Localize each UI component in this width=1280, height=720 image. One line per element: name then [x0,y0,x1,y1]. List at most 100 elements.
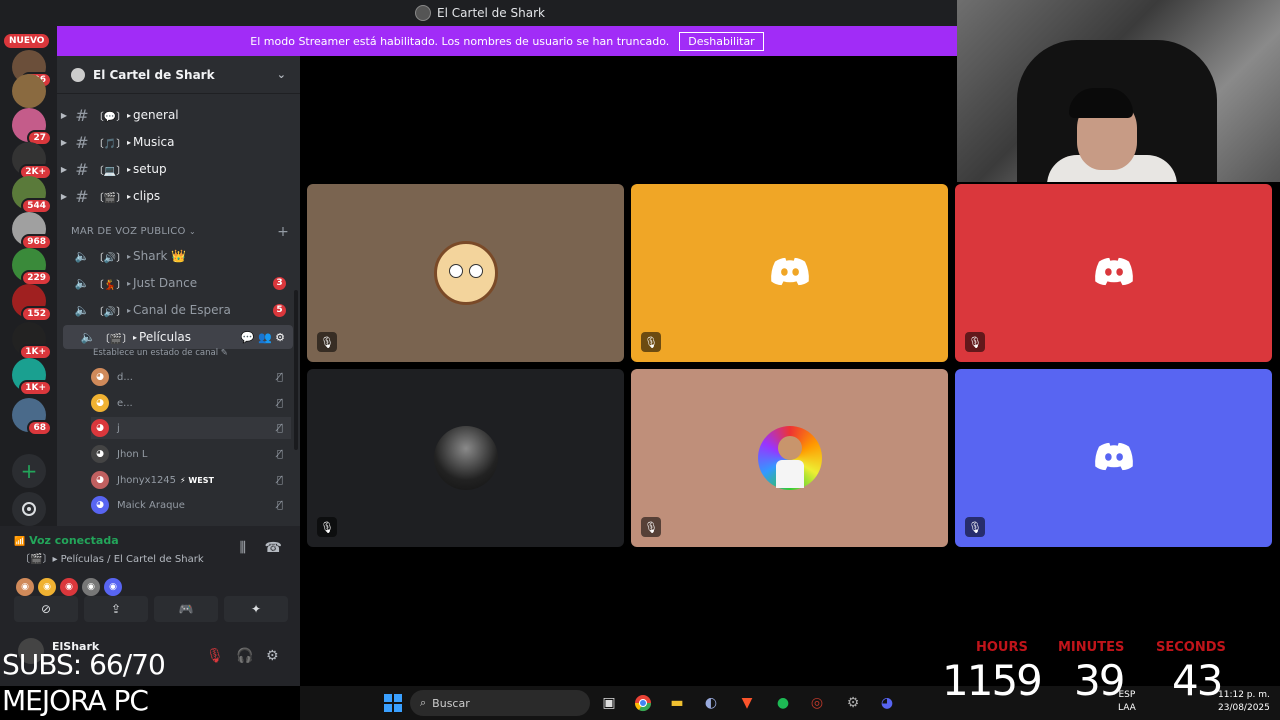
channel-name: setup [133,162,167,176]
spotify-icon[interactable]: ● [772,692,794,714]
webcam-overlay [957,0,1280,182]
activity-icon[interactable]: ◉ [60,578,78,596]
video-tile[interactable]: 🎙 [955,369,1272,547]
window-title: El Cartel de Shark [437,6,545,20]
mic-muted-icon: 🎙̸ [276,371,283,383]
video-tile[interactable]: 🎙 [631,184,948,362]
compass-icon[interactable] [12,492,46,526]
channel-status-hint[interactable]: Establece un estado de canal ✎ [93,348,228,358]
server-icon[interactable]: 68 [12,398,52,436]
hash-icon: # [75,159,89,179]
mic-muted-icon: 🎙 [317,332,337,352]
chevron-down-icon[interactable]: ⌄ [277,68,286,81]
noise-suppression-icon[interactable]: ⫼ [240,540,246,556]
voice-channel[interactable]: 🔈 〔🔊〕 ▸ Shark 👑 [57,244,300,268]
video-tile[interactable]: 🎙 [631,369,948,547]
voice-channel[interactable]: 🔈 〔🎬〕 ▸ Películas 💬 👥 ⚙ [63,325,293,349]
activities-button[interactable]: 🎮 [154,596,218,622]
server-icon[interactable]: 1K+ [12,358,52,396]
activity-icon[interactable]: ◉ [82,578,100,596]
guild-icon [71,67,85,82]
discord-logo-icon [1092,441,1136,475]
clock[interactable]: 11:12 p. m. 23/08/2025 [1218,689,1270,715]
mention-badge: 152 [21,306,52,322]
channel-emoji: 〔🎬〕 [93,192,127,204]
server-icon[interactable]: 152 [12,284,52,322]
gear-icon[interactable]: ⚙ [266,648,279,664]
mic-muted-icon[interactable]: 🎙 [206,648,224,664]
text-channel-setup[interactable]: ▶ # 〔💻〕 ▸ setup [57,157,300,181]
voice-channel[interactable]: 🔈 〔💃〕 ▸ Just Dance 3 [57,271,300,295]
server-icon[interactable]: 2K+ [12,142,52,180]
camera-off-button[interactable]: ⊘ [14,596,78,622]
chrome-icon[interactable] [632,692,654,714]
minutes-label: MINUTES [1058,640,1125,655]
discord-icon[interactable]: ◕ [876,692,898,714]
voice-user[interactable]: ◕ Jhonyx1245 ⚡ WEST 🎙̸ [91,469,291,491]
add-channel-icon[interactable]: + [277,224,289,240]
sidebar-scrollbar[interactable] [294,290,298,450]
text-channel-musica[interactable]: ▶ # 〔🎵〕 ▸ Musica [57,130,300,154]
speaker-icon: 🔈 [80,330,96,344]
server-icon[interactable] [12,74,46,108]
taskbar: ⌕ Buscar ▣ ▬ ◐ ▼ ● ◎ ⚙ ◕ ESP LAA 11:12 p.… [300,686,1280,720]
hash-icon: # [75,132,89,152]
disconnect-icon[interactable]: ☎ [265,540,282,556]
windows-start-icon[interactable] [382,692,404,714]
mic-muted-icon: 🎙̸ [276,474,283,486]
channel-sidebar: El Cartel de Shark ⌄ ▶ # 〔💬〕 ▸ general ▶ # 〔🎵〕 ▸… [57,56,300,526]
mic-muted-icon: 🎙̸ [276,397,283,409]
file-explorer-icon[interactable]: ▬ [666,692,688,714]
server-icon[interactable]: 229 [12,248,52,286]
app-icon[interactable]: ◎ [806,692,828,714]
video-tile[interactable]: 🎙 [307,184,624,362]
channel-actions[interactable]: 💬 👥 ⚙ [241,331,285,344]
channel-name: Canal de Espera [133,303,231,317]
speaker-icon: 🔈 [74,276,90,290]
screen-share-button[interactable]: ⇪ [84,596,148,622]
taskbar-search[interactable]: ⌕ Buscar [410,690,590,716]
category-header[interactable]: MAR DE VOZ PUBLICO ⌄ + [71,224,289,240]
add-server-button[interactable]: + [12,454,46,488]
signal-icon: 📶 [14,537,26,547]
voice-user[interactable]: ◕ e... 🎙̸ [91,392,291,414]
guild-header[interactable]: El Cartel de Shark ⌄ [57,56,300,94]
avatar: ◕ [91,496,109,514]
text-channel-general[interactable]: ▶ # 〔💬〕 ▸ general [57,103,300,127]
mic-muted-icon: 🎙 [641,517,661,537]
goal-text: MEJORA PC [2,684,149,717]
voice-user[interactable]: ◕ j 🎙̸ [91,417,291,439]
voice-channel-path[interactable]: 〔🎬〕▸ Películas / El Cartel de Shark [20,550,204,565]
settings-icon[interactable]: ⚙ [842,692,864,714]
steam-icon[interactable]: ◐ [700,692,722,714]
server-icon[interactable]: 544 [12,176,52,214]
mic-muted-icon: 🎙 [641,332,661,352]
expand-icon: ▶ [60,110,68,120]
server-icon[interactable]: 27 [12,108,52,146]
activity-icon[interactable]: ◉ [16,578,34,596]
video-tile[interactable]: 🎙 [307,369,624,547]
unread-count-badge: 5 [273,303,286,317]
activity-icon[interactable]: ◉ [104,578,122,596]
soundboard-button[interactable]: ✦ [224,596,288,622]
deafen-icon[interactable]: 🎧 [236,648,253,664]
task-view-icon[interactable]: ▣ [598,692,620,714]
activity-icon[interactable]: ◉ [38,578,56,596]
subs-counter: SUBS: 66/70 [2,648,166,681]
server-logo-icon [415,5,432,21]
video-tile[interactable]: 🎙 [955,184,1272,362]
channel-emoji: 〔🎵〕 [93,138,127,150]
voice-user[interactable]: ◕ d... 🎙̸ [91,366,291,388]
server-icon[interactable]: 968 [12,212,52,250]
channel-name: Películas [139,330,192,344]
speaker-icon: 🔈 [74,303,90,317]
voice-channel[interactable]: 🔈 〔🔊〕 ▸ Canal de Espera 5 [57,298,300,322]
avatar [433,426,498,490]
disable-streamer-button[interactable]: Deshabilitar [679,31,764,51]
voice-user[interactable]: ◕ Maick Araque 🎙̸ [91,494,291,516]
brave-icon[interactable]: ▼ [736,692,758,714]
text-channel-clips[interactable]: ▶ # 〔🎬〕 ▸ clips [57,184,300,208]
channel-emoji: 〔💬〕 [93,111,127,123]
server-icon[interactable]: 1K+ [12,322,52,360]
voice-user[interactable]: ◕ Jhon L 🎙̸ [91,443,291,465]
